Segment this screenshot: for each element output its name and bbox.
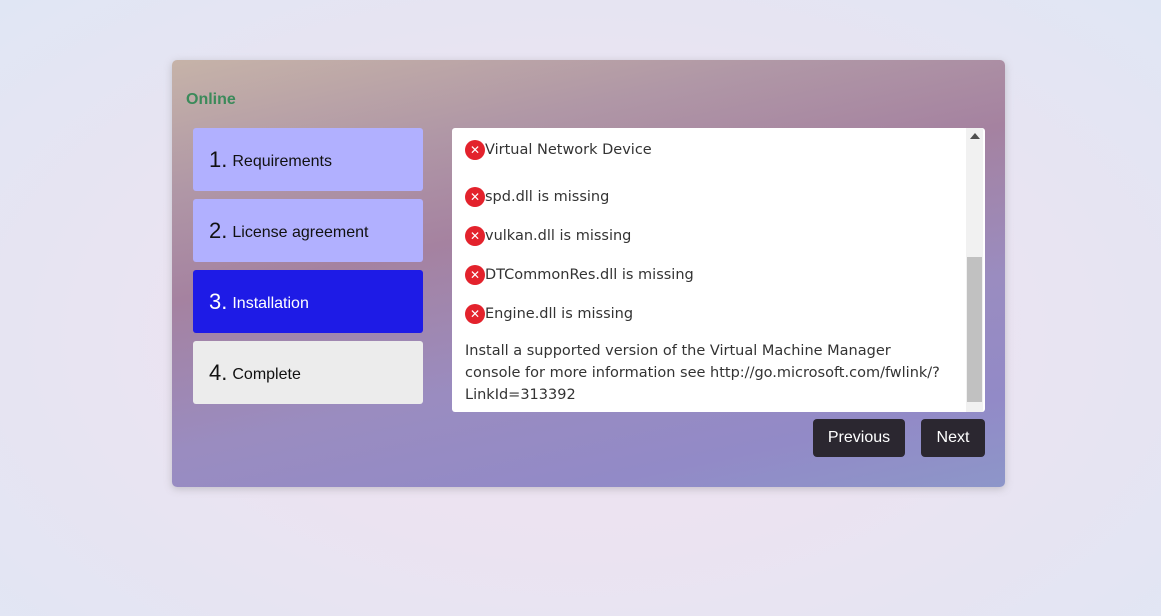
scroll-up-arrow-icon[interactable] [970,133,980,139]
step-label: Requirements [232,152,332,170]
next-button[interactable]: Next [921,419,985,457]
error-x-icon: ✕ [465,225,485,246]
installer-card: Online 1. Requirements 2. License agreem… [172,60,1005,487]
step-complete[interactable]: 4. Complete [193,341,423,404]
scroll-thumb[interactable] [967,257,982,402]
error-item: ✕ vulkan.dll is missing [465,216,955,255]
step-number: 4. [209,359,228,385]
steps-list: 1. Requirements 2. License agreement 3. … [193,128,423,412]
error-text: Virtual Network Device [485,142,652,158]
step-label: Complete [232,365,301,383]
error-x-icon: ✕ [465,140,485,160]
error-x-icon: ✕ [465,303,485,324]
step-requirements[interactable]: 1. Requirements [193,128,423,191]
step-label: Installation [232,294,309,312]
step-label: License agreement [232,223,369,241]
error-text: spd.dll is missing [485,188,610,205]
step-license-agreement[interactable]: 2. License agreement [193,199,423,262]
error-item: ✕ Virtual Network Device [465,138,955,162]
step-number: 2. [209,217,228,243]
error-x-icon: ✕ [465,186,485,207]
step-number: 1. [209,146,228,172]
error-item: ✕ DTCommonRes.dll is missing [465,255,955,294]
log-content: ✕ Virtual Network Device ✕ spd.dll is mi… [465,138,955,406]
error-text: vulkan.dll is missing [485,227,632,244]
error-x-icon: ✕ [465,264,485,285]
status-label: Online [186,91,236,108]
info-message: Install a supported version of the Virtu… [465,343,940,403]
step-number: 3. [209,288,228,314]
previous-button[interactable]: Previous [813,419,905,457]
vertical-scrollbar[interactable] [966,128,983,412]
installation-log-panel[interactable]: ✕ Virtual Network Device ✕ spd.dll is mi… [452,128,985,412]
error-item: ✕ spd.dll is missing [465,177,955,216]
error-text: Engine.dll is missing [485,305,634,322]
error-text: DTCommonRes.dll is missing [485,266,694,283]
step-installation[interactable]: 3. Installation [193,270,423,333]
error-item: ✕ Engine.dll is missing [465,294,955,333]
